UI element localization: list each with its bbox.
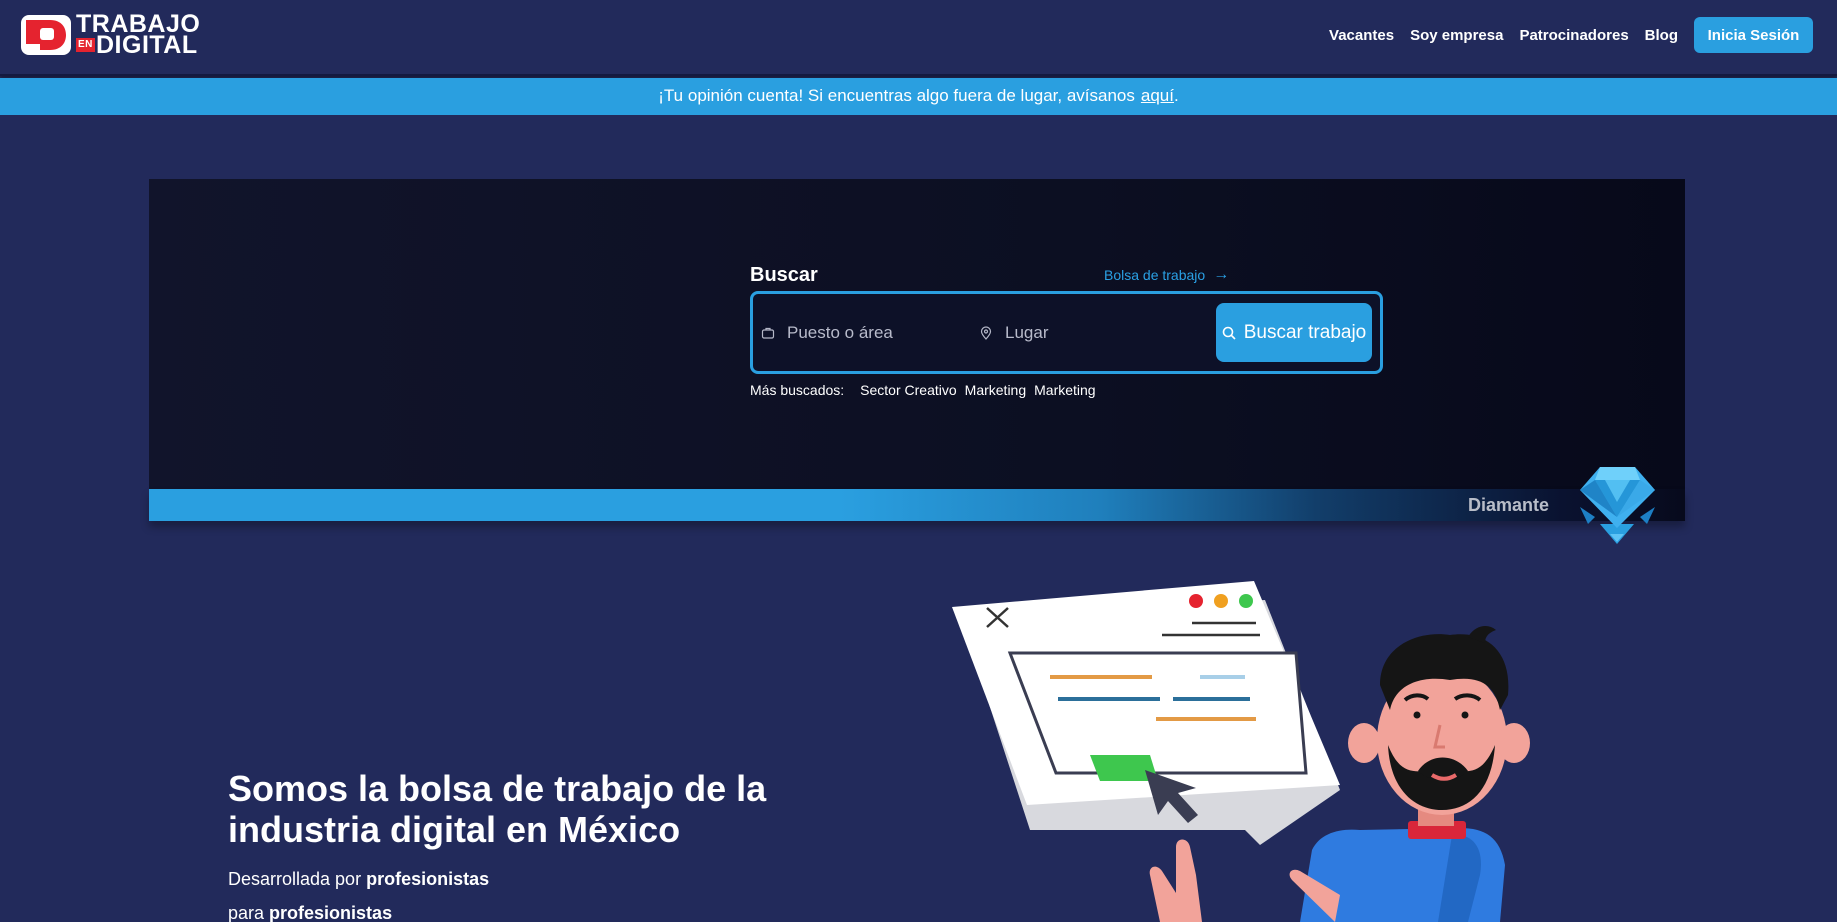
popular-searches-label: Más buscados: (750, 382, 845, 398)
nav-blog[interactable]: Blog (1645, 27, 1678, 44)
location-input[interactable] (1005, 322, 1175, 343)
hero-subtitle-1: Desarrollada por profesionistas (228, 869, 489, 890)
search-jobs-button-label: Buscar trabajo (1243, 321, 1367, 343)
position-field (761, 294, 971, 371)
position-input[interactable] (787, 322, 957, 343)
popular-tag[interactable]: Sector Creativo (860, 382, 956, 398)
logo-icon (21, 15, 71, 55)
site-header: TRABAJO DIGITAL EN Vacantes Soy empresa … (0, 0, 1837, 76)
briefcase-icon (761, 327, 775, 339)
arrow-right-icon: → (1213, 266, 1230, 283)
logo-en-badge: EN (76, 38, 95, 52)
main-nav: Vacantes Soy empresa Patrocinadores Blog… (1313, 17, 1813, 53)
login-button[interactable]: Inicia Sesión (1694, 17, 1813, 53)
search-hero: Buscar Bolsa de trabajo → Buscar trabajo (149, 179, 1685, 489)
hero-headline: Somos la bolsa de trabajo de la industri… (228, 768, 767, 850)
location-pin-icon (980, 325, 992, 340)
hero-illustration (952, 581, 1530, 922)
job-board-link[interactable]: Bolsa de trabajo → (1104, 266, 1229, 284)
logo[interactable]: TRABAJO DIGITAL EN (20, 12, 200, 58)
nav-patrocinadores[interactable]: Patrocinadores (1519, 27, 1628, 44)
hero-subtitle-2: para profesionistas (228, 903, 392, 922)
tier-label: Diamante (1467, 495, 1549, 515)
diamond-icon (1580, 467, 1655, 544)
feedback-banner: ¡Tu opinión cuenta! Si encuentras algo f… (0, 78, 1837, 115)
sub1-bold: profesionistas (366, 869, 490, 889)
search-icon (1222, 326, 1236, 340)
banner-link[interactable]: aquí (1141, 86, 1174, 105)
popular-tag[interactable]: Marketing (1034, 382, 1095, 398)
job-board-link-label: Bolsa de trabajo (1104, 267, 1206, 283)
banner-text: ¡Tu opinión cuenta! Si encuentras algo f… (658, 86, 1135, 105)
sub2-bold: profesionistas (269, 903, 393, 922)
sub1-prefix: Desarrollada por (228, 869, 362, 889)
popular-tag[interactable]: Marketing (965, 382, 1026, 398)
sponsor-tier-bar: Diamante (149, 489, 1685, 521)
search-box: Buscar trabajo (750, 291, 1383, 374)
banner-suffix: . (1173, 86, 1179, 105)
logo-text: TRABAJO DIGITAL EN (76, 12, 200, 58)
sub2-prefix: para (228, 903, 265, 922)
nav-vacantes[interactable]: Vacantes (1329, 27, 1394, 44)
search-jobs-button[interactable]: Buscar trabajo (1216, 303, 1372, 362)
nav-soy-empresa[interactable]: Soy empresa (1410, 27, 1503, 44)
location-field (979, 294, 1189, 371)
popular-searches: Más buscados: Sector Creativo Marketing … (750, 382, 1104, 398)
search-title: Buscar (750, 264, 818, 286)
browser-window-illustration (952, 581, 1340, 845)
